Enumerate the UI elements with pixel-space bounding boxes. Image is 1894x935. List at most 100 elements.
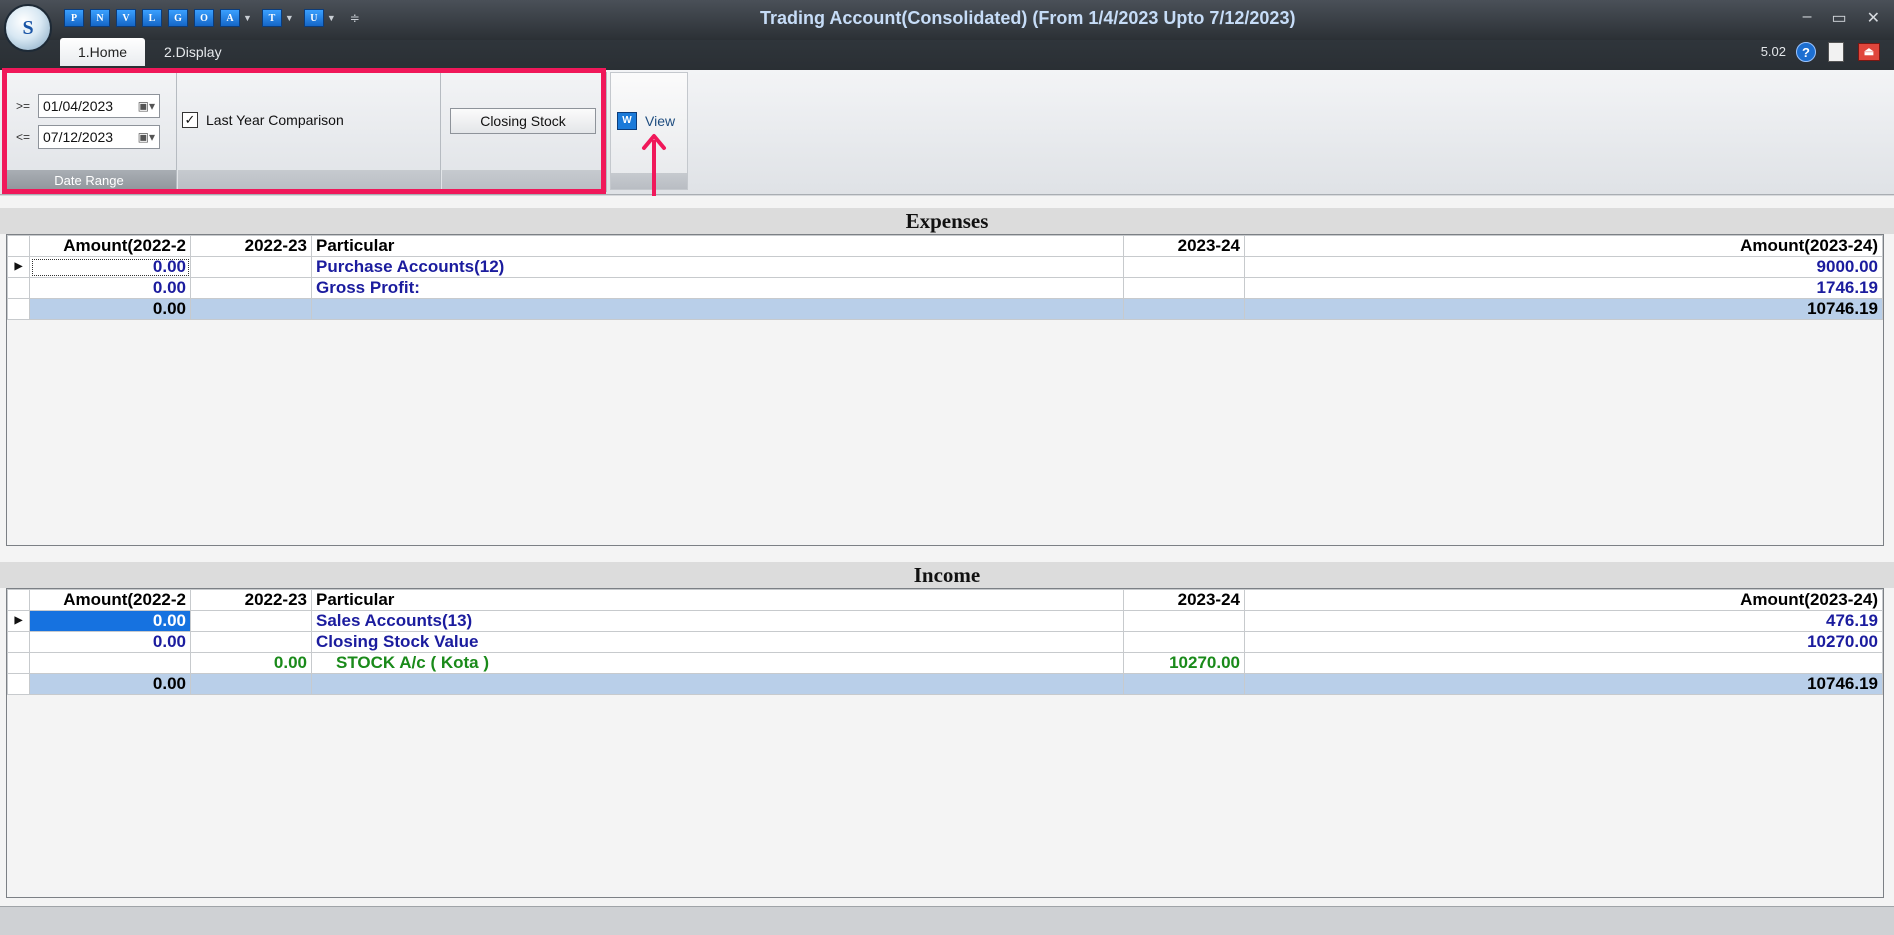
cell-cur[interactable]	[1123, 631, 1245, 653]
quick-access-u-button[interactable]: U	[303, 9, 324, 27]
cell-amount-prev[interactable]: 0.00	[29, 610, 191, 632]
tab-home[interactable]: 1.Home	[60, 38, 146, 66]
cell-particular[interactable]: STOCK A/c ( Kota )	[311, 652, 1124, 674]
to-date-input[interactable]: 07/12/2023 ▣▾	[38, 125, 160, 149]
cell-cur[interactable]	[1123, 610, 1245, 632]
quick-access-t-button[interactable]: T	[261, 9, 282, 27]
cell-amount-prev[interactable]: 0.00	[29, 277, 191, 299]
cell-cur[interactable]	[1123, 277, 1245, 299]
row-header	[7, 673, 30, 695]
view-label: View	[645, 113, 676, 129]
quick-access-p-button[interactable]: P	[64, 9, 84, 27]
document-icon[interactable]	[1828, 42, 1844, 62]
total-cell[interactable]	[311, 673, 1124, 695]
total-cell[interactable]	[190, 298, 312, 320]
income-grid[interactable]: Amount(2022-2 2022-23 Particular 2023-24…	[6, 588, 1884, 898]
quick-access-o-button[interactable]: O	[194, 9, 214, 27]
total-amount-cur[interactable]: 10746.19	[1244, 298, 1883, 320]
cell-amount-cur[interactable]	[1244, 652, 1883, 674]
income-table: Amount(2022-2 2022-23 Particular 2023-24…	[7, 589, 1883, 695]
total-cell[interactable]	[190, 673, 312, 695]
row-header-corner	[7, 589, 30, 611]
table-row[interactable]: 0.00 Gross Profit: 1746.19	[7, 277, 1883, 299]
from-date-value: 01/04/2023	[43, 98, 114, 114]
column-header[interactable]: Amount(2022-2	[29, 589, 191, 611]
exit-icon[interactable]: ⏏	[1858, 43, 1880, 61]
chevron-down-icon[interactable]: ▼	[285, 13, 294, 23]
calendar-dropdown-icon[interactable]: ▣▾	[138, 130, 155, 144]
cell-prev[interactable]	[190, 610, 312, 632]
column-header[interactable]: 2022-23	[190, 235, 312, 257]
column-header[interactable]: Amount(2023-24)	[1244, 589, 1883, 611]
column-header[interactable]: 2022-23	[190, 589, 312, 611]
window-title: Trading Account(Consolidated) (From 1/4/…	[760, 8, 1296, 28]
ribbon-tab-bar	[0, 40, 1894, 70]
column-header[interactable]: Amount(2022-2	[29, 235, 191, 257]
from-operator: >=	[16, 99, 31, 113]
expenses-grid[interactable]: Amount(2022-2 2022-23 Particular 2023-24…	[6, 234, 1884, 546]
quick-access-n-button[interactable]: N	[90, 9, 110, 27]
table-row[interactable]: 0.00 Closing Stock Value 10270.00	[7, 631, 1883, 653]
customize-toolbar-icon[interactable]: ≑	[350, 11, 360, 25]
column-header[interactable]: Amount(2023-24)	[1244, 235, 1883, 257]
view-icon: W	[617, 112, 637, 130]
closing-stock-button[interactable]: Closing Stock	[450, 108, 596, 134]
last-year-comparison-label[interactable]: Last Year Comparison	[206, 112, 344, 128]
cell-amount-cur[interactable]: 476.19	[1244, 610, 1883, 632]
column-header[interactable]: 2023-24	[1123, 235, 1245, 257]
expenses-table: Amount(2022-2 2022-23 Particular 2023-24…	[7, 235, 1883, 320]
chevron-down-icon[interactable]: ▼	[243, 13, 252, 23]
quick-access-g-button[interactable]: G	[168, 9, 188, 27]
total-amount-prev[interactable]: 0.00	[29, 298, 191, 320]
quick-access-a-button[interactable]: A	[220, 9, 240, 27]
to-date-value: 07/12/2023	[43, 129, 114, 145]
cell-amount-cur[interactable]: 9000.00	[1244, 256, 1883, 278]
quick-access-v-button[interactable]: V	[116, 9, 136, 27]
quick-access-l-button[interactable]: L	[142, 9, 162, 27]
row-header	[7, 652, 30, 674]
cell-amount-cur[interactable]: 1746.19	[1244, 277, 1883, 299]
column-header[interactable]: Particular	[311, 235, 1124, 257]
table-row[interactable]: ▶ 0.00 Purchase Accounts(12) 9000.00	[7, 256, 1883, 278]
date-range-group: >= 01/04/2023 ▣▾ <= 07/12/2023 ▣▾ Date R…	[2, 72, 177, 192]
cell-particular[interactable]: Gross Profit:	[311, 277, 1124, 299]
total-row[interactable]: 0.00 10746.19	[7, 673, 1883, 695]
cell-prev[interactable]	[190, 256, 312, 278]
income-header-row: Amount(2022-2 2022-23 Particular 2023-24…	[7, 589, 1883, 611]
total-amount-prev[interactable]: 0.00	[29, 673, 191, 695]
cell-particular[interactable]: Sales Accounts(13)	[311, 610, 1124, 632]
from-date-input[interactable]: 01/04/2023 ▣▾	[38, 94, 160, 118]
cell-amount-prev[interactable]	[29, 652, 191, 674]
column-header[interactable]: Particular	[311, 589, 1124, 611]
cell-prev[interactable]	[190, 277, 312, 299]
column-header[interactable]: 2023-24	[1123, 589, 1245, 611]
cell-amount-cur[interactable]: 10270.00	[1244, 631, 1883, 653]
cell-prev[interactable]: 0.00	[190, 652, 312, 674]
cell-prev[interactable]	[190, 631, 312, 653]
table-row[interactable]: ▶ 0.00 Sales Accounts(13) 476.19	[7, 610, 1883, 632]
total-amount-cur[interactable]: 10746.19	[1244, 673, 1883, 695]
total-row[interactable]: 0.00 10746.19	[7, 298, 1883, 320]
cell-particular[interactable]: Purchase Accounts(12)	[311, 256, 1124, 278]
calendar-dropdown-icon[interactable]: ▣▾	[138, 99, 155, 113]
total-cell[interactable]	[1123, 298, 1245, 320]
total-cell[interactable]	[1123, 673, 1245, 695]
minimize-button[interactable]: –	[1803, 8, 1812, 28]
cell-amount-prev[interactable]: 0.00	[29, 631, 191, 653]
cell-amount-prev[interactable]: 0.00	[29, 256, 191, 278]
row-header	[7, 298, 30, 320]
cell-cur[interactable]: 10270.00	[1123, 652, 1245, 674]
cell-cur[interactable]	[1123, 256, 1245, 278]
table-row[interactable]: 0.00 STOCK A/c ( Kota ) 10270.00	[7, 652, 1883, 674]
close-button[interactable]: ✕	[1867, 8, 1880, 28]
total-cell[interactable]	[311, 298, 1124, 320]
cell-particular[interactable]: Closing Stock Value	[311, 631, 1124, 653]
closing-stock-group-caption	[442, 170, 606, 192]
help-icon[interactable]: ?	[1796, 42, 1816, 62]
last-year-comparison-checkbox[interactable]: ✓	[182, 112, 198, 128]
current-row-indicator-icon: ▶	[7, 610, 30, 632]
maximize-button[interactable]: ▭	[1831, 8, 1846, 28]
app-logo[interactable]: S	[4, 4, 52, 52]
chevron-down-icon[interactable]: ▼	[327, 13, 336, 23]
tab-display[interactable]: 2.Display	[146, 38, 240, 66]
